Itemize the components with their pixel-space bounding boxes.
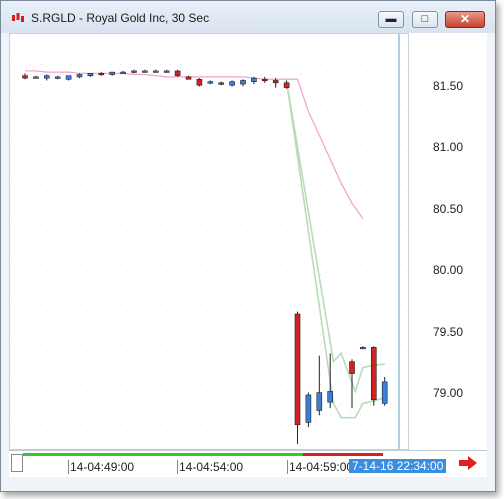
y-tick-label: 80.00 [433,263,464,277]
candle-body [218,82,224,85]
candle-body [142,70,148,73]
candle-body [185,76,192,80]
candle-body [87,73,94,76]
scroll-right-arrow-icon[interactable] [459,456,477,470]
session-bar-green [23,453,303,456]
scroll-handle[interactable] [11,454,23,472]
candle-body [360,347,366,350]
candle-body [229,81,235,86]
candle-body [33,76,39,79]
candle-body [54,76,61,79]
window-title: S.RGLD - Royal Gold Inc, 30 Sec [31,11,210,25]
chart-window: S.RGLD - Royal Gold Inc, 30 Sec ▬ □ ✕ 81… [0,0,496,492]
candle-body [196,78,203,86]
candle-body [272,80,279,84]
maximize-button[interactable]: □ [412,11,438,28]
grid-dots [10,34,408,449]
candle-body [76,74,83,78]
y-tick-label: 79.50 [433,325,464,339]
x-tick-label: 14-04:49:00 [68,460,135,474]
candlestick-chart [10,34,408,449]
candle-body [207,81,214,84]
candle-body [240,80,246,85]
candle-body [294,313,301,426]
x-tick-label: 14-04:54:00 [177,460,244,474]
candlestick-app-icon [12,13,24,22]
x-tick-label: 14-04:59:00 [287,460,354,474]
candle-body [381,381,388,404]
candle-body [262,78,268,82]
chart-plot-area[interactable] [9,33,409,450]
candle-body [153,70,159,73]
cursor-time-label: 7-14-16 22:34:00 [349,459,447,473]
candle-body [174,70,181,76]
y-tick-label: 81.50 [433,79,464,93]
candle-body [22,75,28,79]
candle-body [120,71,126,74]
candle-body [163,70,170,73]
candle-body [327,391,334,403]
session-bar-red [303,453,383,456]
minimize-button[interactable]: ▬ [378,11,404,28]
price-axis[interactable]: 81.50 81.00 80.50 80.00 79.50 79.00 [409,33,487,450]
candle-body [65,75,72,80]
candle-body [370,347,377,401]
time-axis[interactable]: 14-04:49:00 14-04:54:00 14-04:59:00 7-14… [9,450,487,477]
candle-body [305,394,312,423]
candle-body [251,77,257,82]
candle-body [43,75,50,79]
candle-body [316,392,323,411]
y-tick-label: 80.50 [433,202,464,216]
candle-body [349,361,355,374]
candle-body [109,71,115,75]
y-tick-label: 79.00 [433,386,464,400]
candle-body [98,73,105,76]
candle-body [283,82,290,88]
title-bar[interactable]: S.RGLD - Royal Gold Inc, 30 Sec ▬ □ ✕ [1,1,495,33]
candle-body [131,70,137,73]
close-button[interactable]: ✕ [445,11,485,28]
y-tick-label: 81.00 [433,140,464,154]
